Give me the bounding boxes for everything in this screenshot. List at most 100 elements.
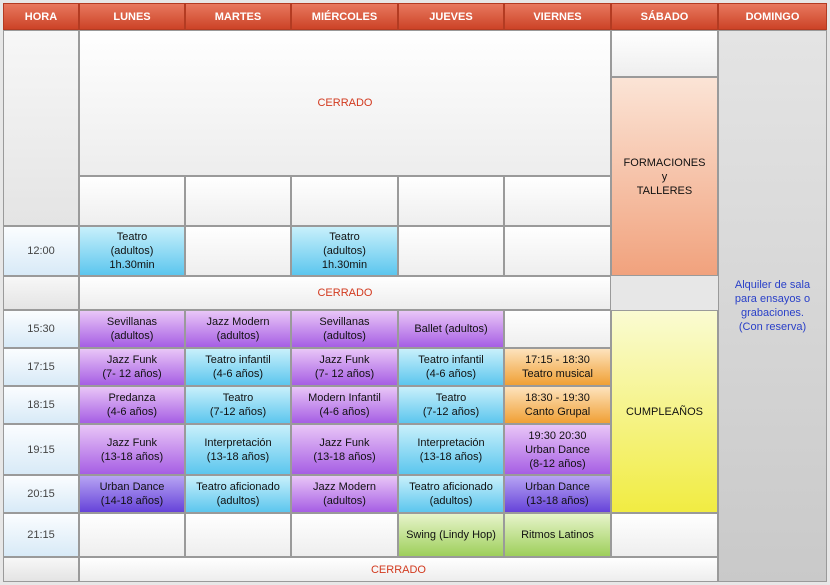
class-cell: Modern Infantil (4-6 años) — [291, 386, 398, 424]
time-label: 12:00 — [27, 245, 55, 257]
class-label: Teatro infantil (4-6 años) — [418, 354, 484, 380]
empty-cell — [398, 176, 504, 226]
class-cell: 18:30 - 19:30 Canto Grupal — [504, 386, 611, 424]
class-cell: Jazz Funk (7- 12 años) — [291, 348, 398, 386]
class-cell: Jazz Funk (7- 12 años) — [79, 348, 185, 386]
class-cell: Sevillanas (adultos) — [79, 310, 185, 348]
class-label: Teatro aficionado (adultos) — [196, 481, 280, 507]
closed-night: CERRADO — [79, 557, 718, 582]
header-viernes-label: VIERNES — [533, 10, 582, 23]
class-cell: Swing (Lindy Hop) — [398, 513, 504, 557]
time-label: 20:15 — [27, 488, 55, 500]
class-cell: Teatro (adultos) 1h.30min — [291, 226, 398, 276]
empty-cell — [504, 310, 611, 348]
class-label: 19:30 20:30 Urban Dance (8-12 años) — [525, 429, 590, 470]
sunday-rental: Alquiler de sala para ensayos o grabacio… — [718, 30, 827, 582]
hora-cell-1915: 19:15 — [3, 424, 79, 475]
class-label: Teatro (adultos) 1h.30min — [321, 231, 368, 271]
class-label: Jazz Funk (13-18 años) — [100, 436, 164, 463]
class-cell: Jazz Modern (adultos) — [291, 475, 398, 513]
class-cell: 17:15 - 18:30 Teatro musical — [504, 348, 611, 386]
class-cell: Ritmos Latinos — [504, 513, 611, 557]
empty-cell — [79, 513, 185, 557]
class-cell: Sevillanas (adultos) — [291, 310, 398, 348]
class-label: Ritmos Latinos — [521, 529, 594, 541]
time-label: 21:15 — [27, 529, 55, 541]
class-label: Teatro (7-12 años) — [422, 392, 480, 418]
class-cell: Urban Dance (13-18 años) — [504, 475, 611, 513]
class-label: Interpretación (13-18 años) — [417, 436, 485, 463]
class-label: Teatro (adultos) 1h.30min — [109, 231, 155, 271]
empty-cell — [185, 513, 291, 557]
empty-cell — [504, 176, 611, 226]
closed-label: CERRADO — [317, 97, 373, 109]
class-cell: Jazz Funk (13-18 años) — [291, 424, 398, 475]
closed-midday: CERRADO — [79, 276, 611, 310]
empty-cell — [291, 513, 398, 557]
class-cell: Jazz Modern (adultos) — [185, 310, 291, 348]
header-miercoles-label: MIÉRCOLES — [311, 10, 378, 23]
saturday-cumpleanos: CUMPLEAÑOS — [611, 310, 718, 513]
hora-cell-1530: 15:30 — [3, 310, 79, 348]
class-label: Ballet (adultos) — [414, 323, 488, 335]
empty-cell — [79, 176, 185, 226]
hora-cell-morning — [3, 30, 79, 226]
header-jueves: JUEVES — [398, 3, 504, 30]
header-martes: MARTES — [185, 3, 291, 30]
class-label: 18:30 - 19:30 Canto Grupal — [524, 392, 591, 418]
hora-cell-1200: 12:00 — [3, 226, 79, 276]
header-sabado-label: SÁBADO — [640, 10, 689, 23]
hora-cell-2115: 21:15 — [3, 513, 79, 557]
header-jueves-label: JUEVES — [429, 10, 473, 23]
closed-morning: CERRADO — [79, 30, 611, 176]
class-label: Sevillanas (adultos) — [106, 316, 158, 342]
empty-cell — [185, 226, 291, 276]
class-label: Sevillanas (adultos) — [319, 316, 370, 342]
class-cell: Teatro (7-12 años) — [398, 386, 504, 424]
header-lunes: LUNES — [79, 3, 185, 30]
header-lunes-label: LUNES — [113, 10, 151, 23]
class-label: Teatro infantil (4-6 años) — [205, 354, 271, 380]
cumpleanos-label: CUMPLEAÑOS — [625, 405, 704, 418]
formaciones-label: FORMACIONES y TALLERES — [623, 156, 706, 197]
class-cell: Teatro aficionado (adultos) — [398, 475, 504, 513]
empty-cell — [611, 513, 718, 557]
class-cell: Teatro aficionado (adultos) — [185, 475, 291, 513]
time-label: 15:30 — [27, 323, 55, 335]
hora-cell-night — [3, 557, 79, 582]
header-sabado: SÁBADO — [611, 3, 718, 30]
empty-cell — [185, 176, 291, 226]
class-label: Jazz Funk (7- 12 años) — [102, 354, 162, 380]
time-label: 17:15 — [27, 361, 55, 373]
hora-cell-midday — [3, 276, 79, 310]
header-hora-label: HORA — [24, 10, 58, 23]
class-label: Jazz Funk (13-18 años) — [313, 436, 376, 463]
class-cell: Interpretación (13-18 años) — [398, 424, 504, 475]
header-miercoles: MIÉRCOLES — [291, 3, 398, 30]
hora-cell-1815: 18:15 — [3, 386, 79, 424]
hora-cell-2015: 20:15 — [3, 475, 79, 513]
class-cell: 19:30 20:30 Urban Dance (8-12 años) — [504, 424, 611, 475]
class-label: Interpretación (13-18 años) — [204, 436, 272, 463]
closed-label: CERRADO — [317, 287, 373, 299]
class-cell: Predanza (4-6 años) — [79, 386, 185, 424]
class-cell: Teatro (adultos) 1h.30min — [79, 226, 185, 276]
hora-cell-1715: 17:15 — [3, 348, 79, 386]
class-label: Swing (Lindy Hop) — [406, 529, 496, 541]
class-cell: Jazz Funk (13-18 años) — [79, 424, 185, 475]
class-label: Urban Dance (13-18 años) — [525, 481, 590, 507]
class-cell: Ballet (adultos) — [398, 310, 504, 348]
empty-cell — [291, 176, 398, 226]
class-label: Jazz Funk (7- 12 años) — [314, 354, 375, 380]
header-domingo: DOMINGO — [718, 3, 827, 30]
time-label: 18:15 — [27, 399, 55, 411]
class-label: Jazz Modern (adultos) — [313, 481, 376, 507]
empty-cell — [504, 226, 611, 276]
class-cell: Teatro (7-12 años) — [185, 386, 291, 424]
time-label: 19:15 — [27, 443, 55, 456]
class-label: Teatro (7-12 años) — [209, 392, 267, 418]
class-label: Modern Infantil (4-6 años) — [308, 392, 381, 418]
class-cell: Urban Dance (14-18 años) — [79, 475, 185, 513]
class-cell: Teatro infantil (4-6 años) — [185, 348, 291, 386]
class-label: Teatro aficionado (adultos) — [409, 481, 493, 507]
